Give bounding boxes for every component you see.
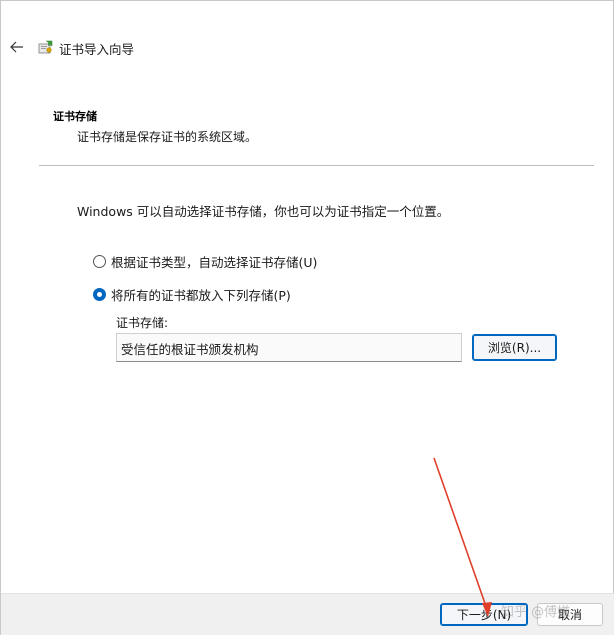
radio-label: 将所有的证书都放入下列存储(P)	[111, 288, 291, 303]
cancel-button[interactable]: 取消	[537, 603, 603, 626]
store-field-label: 证书存储:	[116, 316, 169, 330]
section-description: 证书存储是保存证书的系统区域。	[77, 130, 258, 144]
radio-auto-select-store[interactable]: 根据证书类型，自动选择证书存储(U)	[93, 252, 317, 271]
radio-label: 根据证书类型，自动选择证书存储(U)	[111, 255, 318, 270]
back-button[interactable]	[7, 37, 27, 57]
header-divider	[39, 165, 594, 166]
certificate-store-field[interactable]: 受信任的根证书颁发机构	[116, 333, 462, 362]
radio-button[interactable]	[93, 255, 106, 268]
wizard-title: 证书导入向导	[59, 42, 135, 57]
radio-place-in-store[interactable]: 将所有的证书都放入下列存储(P)	[93, 285, 291, 304]
intro-text: Windows 可以自动选择证书存储，你也可以为证书指定一个位置。	[77, 204, 450, 219]
certificate-import-wizard-window: 证书导入向导 证书存储 证书存储是保存证书的系统区域。 Windows 可以自动…	[0, 0, 614, 635]
browse-button[interactable]: 浏览(R)...	[472, 334, 557, 361]
certificate-icon	[38, 40, 53, 54]
next-button[interactable]: 下一步(N)	[440, 603, 528, 626]
annotation-arrow	[433, 457, 492, 617]
arrow-left-icon	[10, 41, 23, 53]
section-title: 证书存储	[53, 110, 97, 123]
radio-button-checked[interactable]	[93, 288, 106, 301]
